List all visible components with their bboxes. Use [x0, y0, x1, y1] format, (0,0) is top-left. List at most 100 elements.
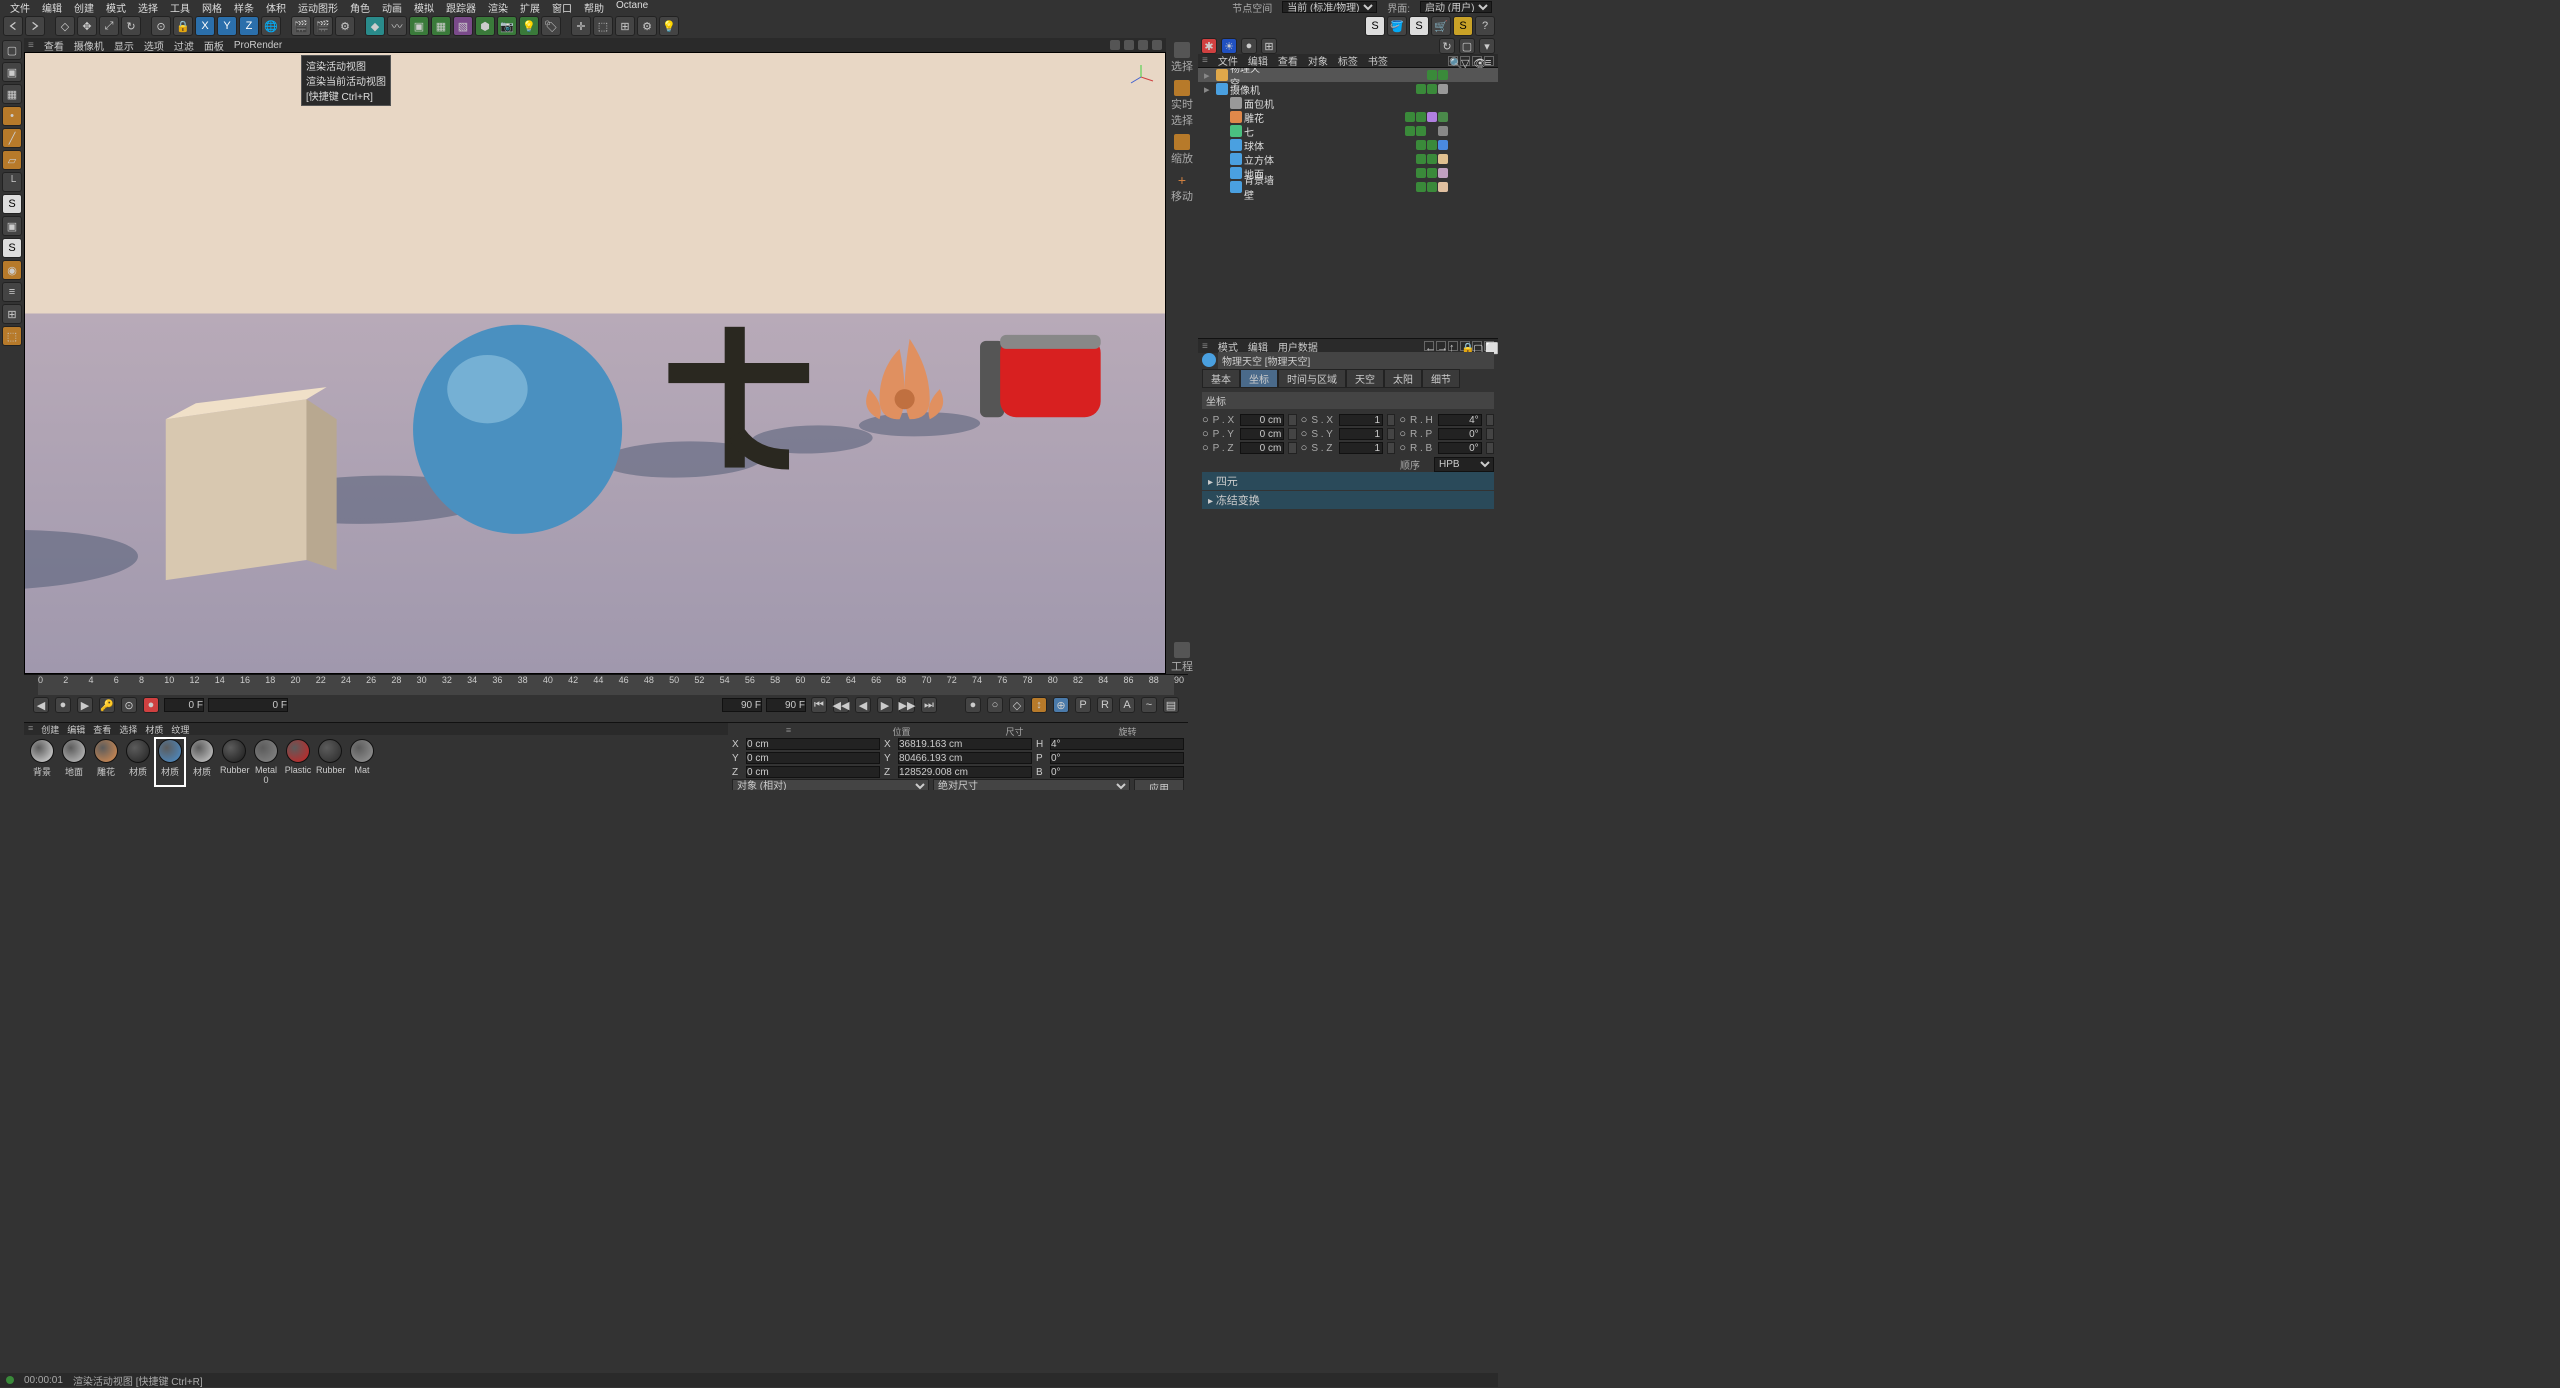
key-next-icon[interactable]: ▶	[77, 697, 93, 713]
pos-input[interactable]	[1240, 442, 1284, 454]
material-item[interactable]: 材质	[188, 739, 216, 785]
key-set-icon[interactable]: ●	[55, 697, 71, 713]
menu-mesh[interactable]: 网格	[196, 0, 228, 14]
cube-icon[interactable]: ▢	[1459, 38, 1475, 54]
spline-icon[interactable]: 〰	[387, 16, 407, 36]
layout-select[interactable]: 当前 (标准/物理)	[1282, 1, 1377, 13]
model-mode-icon[interactable]: ▣	[2, 62, 22, 82]
rot-input[interactable]	[1438, 442, 1482, 454]
bucket-icon[interactable]: 🪣	[1387, 16, 1407, 36]
eye-icon[interactable]: 👁	[1472, 56, 1482, 66]
attr-tab[interactable]: 天空	[1346, 369, 1384, 388]
cm-pos[interactable]	[746, 752, 880, 764]
goto-start-icon[interactable]: ⏮	[811, 697, 827, 713]
undo-icon[interactable]	[3, 16, 23, 36]
snap-icon[interactable]: ⬚	[593, 16, 613, 36]
search-icon[interactable]: 🔍	[1448, 56, 1458, 66]
object-row[interactable]: 七	[1198, 124, 1498, 138]
rot-input[interactable]	[1438, 428, 1482, 440]
mattab-select[interactable]: 选择	[119, 723, 137, 735]
rotate-icon[interactable]: ↻	[121, 16, 141, 36]
vp-camera[interactable]: 摄像机	[74, 38, 104, 53]
prev-frame-icon[interactable]: ◀◀	[833, 697, 849, 713]
mattab-texture[interactable]: 纹理	[171, 723, 189, 735]
keyall-icon[interactable]: ⊕	[1053, 697, 1069, 713]
rot-input[interactable]	[1438, 414, 1482, 426]
deformer-icon[interactable]: ▧	[453, 16, 473, 36]
keysel-icon[interactable]: ◇	[1009, 697, 1025, 713]
objtab-tags[interactable]: 标签	[1338, 53, 1358, 68]
bulb-icon[interactable]: 💡	[659, 16, 679, 36]
point-mode-icon[interactable]: •	[2, 106, 22, 126]
objtab-file[interactable]: 文件	[1218, 53, 1238, 68]
next-frame-icon[interactable]: ▶▶	[899, 697, 915, 713]
environment-icon[interactable]: ⬢	[475, 16, 495, 36]
red-icon[interactable]: ✱	[1201, 38, 1217, 54]
object-row[interactable]: ▸摄像机	[1198, 82, 1498, 96]
scale-input[interactable]	[1339, 442, 1383, 454]
snap2-icon[interactable]: ⬚	[2, 326, 22, 346]
keyscale-icon[interactable]: ↕	[1031, 697, 1047, 713]
menu-spline[interactable]: 样条	[228, 0, 260, 14]
menu-extensions[interactable]: 扩展	[514, 0, 546, 14]
s3-icon[interactable]: S	[1453, 16, 1473, 36]
frame-cur-input[interactable]	[164, 698, 204, 712]
goto-end-icon[interactable]: ⏭	[921, 697, 937, 713]
attr-tab[interactable]: 细节	[1422, 369, 1460, 388]
object-mode-icon[interactable]: ▢	[2, 40, 22, 60]
rec-icon[interactable]: ●	[143, 697, 159, 713]
world-icon[interactable]: 🌐	[261, 16, 281, 36]
menu-edit[interactable]: 编辑	[36, 0, 68, 14]
vp-nav3-icon[interactable]	[1138, 40, 1148, 50]
material-item[interactable]: Metal 0	[252, 739, 280, 785]
fcurve-icon[interactable]: ~	[1141, 697, 1157, 713]
menu-icon[interactable]: ≡	[1484, 56, 1494, 66]
cm-rot[interactable]	[1050, 738, 1184, 750]
menu-simulate[interactable]: 模拟	[408, 0, 440, 14]
mattab-create[interactable]: 创建	[41, 723, 59, 735]
refresh-icon[interactable]: ↻	[1439, 38, 1455, 54]
cm-size[interactable]	[898, 738, 1032, 750]
attr-max-icon[interactable]: ⬜	[1484, 341, 1494, 351]
viewport-solo-icon[interactable]: ▣	[2, 216, 22, 236]
x-axis-icon[interactable]: X	[195, 16, 215, 36]
pos-input[interactable]	[1240, 414, 1284, 426]
cm-pos[interactable]	[746, 766, 880, 778]
keymode-icon[interactable]: ⊙	[121, 697, 137, 713]
y-axis-icon[interactable]: Y	[217, 16, 237, 36]
menu-character[interactable]: 角色	[344, 0, 376, 14]
s2-icon[interactable]: S	[1409, 16, 1429, 36]
play-back-icon[interactable]: ◀	[855, 697, 871, 713]
frame-end2-input[interactable]	[766, 698, 806, 712]
vp-panel[interactable]: 面板	[204, 38, 224, 53]
object-tree[interactable]: ▸物理天空▸摄像机面包机雕花七球体立方体地面背景墙壁	[1198, 68, 1498, 338]
vp-nav2-icon[interactable]	[1124, 40, 1134, 50]
autokey-icon[interactable]: 🔑	[99, 697, 115, 713]
object-row[interactable]: 地面	[1198, 166, 1498, 180]
material-item[interactable]: 材质	[156, 739, 184, 785]
object-row[interactable]: 面包机	[1198, 96, 1498, 110]
object-row[interactable]: 球体	[1198, 138, 1498, 152]
vp-view[interactable]: 查看	[44, 38, 64, 53]
cm-size[interactable]	[898, 752, 1032, 764]
render-view-icon[interactable]: 🎬	[291, 16, 311, 36]
grid2-icon[interactable]: ⊞	[1261, 38, 1277, 54]
section-quaternion[interactable]: ▸ 四元	[1202, 472, 1494, 490]
tag-icon[interactable]: 🏷	[541, 16, 561, 36]
dark-icon[interactable]: ●	[1241, 38, 1257, 54]
workplane-icon[interactable]: ⊞	[615, 16, 635, 36]
frame-end1-input[interactable]	[722, 698, 762, 712]
menu-render[interactable]: 渲染	[482, 0, 514, 14]
palette-zoom[interactable]: 缩放	[1171, 134, 1193, 166]
vp-prorender[interactable]: ProRender	[234, 40, 282, 51]
object-row[interactable]: 雕花	[1198, 110, 1498, 124]
menu-mograph[interactable]: 运动图形	[292, 0, 344, 14]
menu-octane[interactable]: Octane	[610, 0, 654, 14]
edge-mode-icon[interactable]: ╱	[2, 128, 22, 148]
vp-nav1-icon[interactable]	[1110, 40, 1120, 50]
grid-icon[interactable]: ⊞	[2, 304, 22, 324]
menu-tools[interactable]: 工具	[164, 0, 196, 14]
field-icon[interactable]: ▦	[431, 16, 451, 36]
filter-icon[interactable]: ▽	[1460, 56, 1470, 66]
menu-tracker[interactable]: 跟踪器	[440, 0, 482, 14]
